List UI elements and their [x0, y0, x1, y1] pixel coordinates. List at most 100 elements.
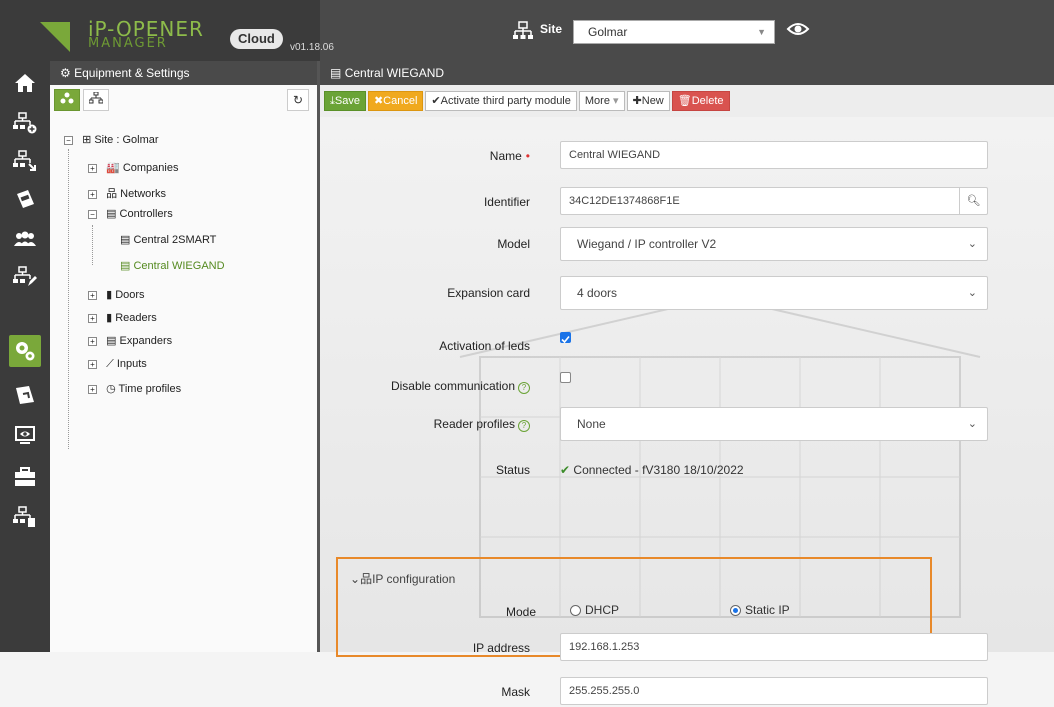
network-view-button[interactable] — [83, 89, 110, 111]
more-dropdown[interactable]: More ▾ — [578, 91, 625, 111]
tree-node-readers[interactable]: + ▮ Readers — [88, 311, 157, 324]
expand-icon[interactable]: + — [88, 313, 97, 323]
name-label: Name • — [489, 149, 530, 163]
chevron-down-icon: ⌄ — [967, 287, 977, 299]
tree-panel: ⚙ Equipment & Settings ↻ − ⊞ Site : Golm… — [50, 61, 320, 652]
settings-gears-icon[interactable] — [9, 335, 41, 367]
site-add-icon[interactable] — [9, 107, 41, 139]
delete-button[interactable]: 🗑Delete — [671, 91, 730, 111]
tree-node-companies[interactable]: + 🏭 Companies — [88, 161, 178, 174]
status-row: Status ✔ Connected - fV3180 18/10/2022 — [320, 455, 1054, 485]
controller-icon: ▤ — [120, 234, 131, 246]
door-icon: ▮ — [106, 289, 113, 301]
mode-row: Mode DHCP Static IP — [320, 597, 1054, 627]
mask-field[interactable]: 255.255.255.0 — [560, 677, 988, 705]
controller-icon: ▤ — [330, 66, 342, 80]
site-edit-icon[interactable] — [9, 261, 41, 293]
identifier-row: Identifier 34C12DE1374868F1E 🔍︎ — [320, 187, 1054, 217]
tree-node-inputs[interactable]: + ⟋ Inputs — [88, 358, 147, 371]
tree-view-button[interactable] — [54, 89, 80, 111]
cancel-button[interactable]: ✖Cancel — [367, 91, 424, 111]
expand-icon[interactable]: + — [88, 189, 97, 199]
tree-node-time-profiles[interactable]: + ◷ Time profiles — [88, 382, 181, 395]
ip-configuration-header[interactable]: ⌄品IP configuration — [350, 570, 455, 587]
dhcp-radio[interactable] — [570, 605, 581, 617]
tree-node-central-wiegand[interactable]: ▤ Central WIEGAND — [120, 259, 225, 272]
help-icon[interactable]: ? — [518, 420, 530, 432]
help-icon[interactable]: ? — [518, 382, 530, 394]
expansion-label: Expansion card — [447, 286, 530, 300]
chevron-down-icon: ⌄ — [967, 238, 977, 250]
site-import-icon[interactable] — [9, 145, 41, 177]
card-icon[interactable] — [9, 183, 41, 215]
check-icon: ✔ — [431, 95, 441, 107]
save-button[interactable]: ⤓Save — [324, 91, 366, 111]
identifier-field[interactable]: 34C12DE1374868F1E 🔍︎ — [560, 187, 988, 215]
status-label: Status — [495, 463, 530, 477]
eye-icon[interactable] — [786, 20, 810, 38]
network-icon: 品 — [360, 572, 373, 586]
main-panel: ▤ Central WIEGAND ⤓Save ✖Cancel ✔Activate … — [320, 61, 1054, 705]
collapse-icon[interactable]: − — [88, 209, 97, 219]
new-button[interactable]: ✚New — [626, 91, 670, 111]
tree-node-doors[interactable]: + ▮ Doors — [88, 288, 145, 301]
briefcase-icon[interactable] — [9, 461, 41, 493]
site-select[interactable]: Golmar ▼ — [573, 20, 775, 44]
disable-comm-checkbox[interactable] — [560, 372, 571, 383]
brand-triangle-icon — [40, 22, 70, 52]
search-icon[interactable]: 🔍︎ — [959, 188, 987, 214]
expand-icon[interactable]: + — [88, 290, 97, 300]
icon-sidebar — [0, 61, 50, 652]
site-label: Site — [540, 22, 563, 36]
site-node-icon: ⊞ — [82, 134, 92, 146]
disable-comm-row: Disable communication? — [320, 367, 1054, 397]
reader-profiles-select[interactable]: None ⌄ — [560, 407, 988, 441]
name-field[interactable]: Central WIEGAND — [560, 141, 988, 169]
network-icon — [88, 91, 104, 104]
mode-dhcp-option[interactable]: DHCP — [570, 603, 619, 617]
monitor-icon[interactable] — [9, 419, 41, 451]
tree-panel-title: Equipment & Settings — [74, 66, 190, 80]
static-ip-radio[interactable] — [730, 605, 741, 617]
controller-form: Name • Central WIEGAND Identifier 34C12DE… — [320, 117, 1054, 705]
tree-node-central-2smart[interactable]: ▤ Central 2SMART — [120, 233, 216, 246]
close-icon: ✖ — [373, 95, 384, 107]
ip-address-field[interactable]: 192.168.1.253 — [560, 633, 988, 661]
identifier-label: Identifier — [483, 195, 530, 209]
cloud-badge: Cloud — [230, 29, 283, 49]
tree-node-networks[interactable]: + 品 Networks — [88, 185, 166, 201]
site-delete-icon[interactable] — [9, 501, 41, 533]
leds-row: Activation of leds — [320, 327, 1054, 357]
reader-icon: ▮ — [106, 312, 113, 324]
expand-icon[interactable]: + — [88, 359, 97, 369]
main-title: Central WIEGAND — [344, 66, 445, 80]
activate-module-button[interactable]: ✔Activate third party module — [425, 91, 577, 111]
mode-label: Mode — [505, 605, 536, 619]
mode-static-option[interactable]: Static IP — [730, 603, 790, 617]
factory-icon: 🏭 — [106, 162, 120, 174]
badge-icon[interactable] — [9, 379, 41, 411]
tree-node-site[interactable]: − ⊞ Site : Golmar — [64, 133, 159, 146]
tree-panel-header: ⚙ Equipment & Settings — [50, 61, 317, 85]
expand-icon[interactable]: + — [88, 163, 97, 173]
expansion-select[interactable]: 4 doors ⌄ — [560, 276, 988, 310]
tree-node-controllers[interactable]: − ▤ Controllers — [88, 207, 173, 220]
site-icon — [513, 21, 533, 39]
expand-icon[interactable]: + — [88, 384, 97, 394]
mask-row: Mask 255.255.255.0 — [320, 677, 1054, 707]
ip-address-label: IP address — [472, 641, 530, 655]
leds-checkbox[interactable] — [560, 332, 571, 344]
expand-icon[interactable]: + — [88, 336, 97, 346]
ip-address-row: IP address 192.168.1.253 — [320, 633, 1054, 663]
hierarchy-icon — [60, 92, 74, 104]
controller-icon: ▤ — [106, 208, 117, 220]
collapse-icon[interactable]: − — [64, 135, 73, 145]
tree-toolbar: ↻ — [50, 85, 317, 115]
refresh-button[interactable]: ↻ — [286, 89, 309, 111]
users-icon[interactable] — [9, 223, 41, 255]
chevron-down-icon: ⌄ — [350, 572, 361, 586]
tree-node-expanders[interactable]: + ▤ Expanders — [88, 334, 172, 347]
chevron-down-icon: ▾ — [613, 95, 619, 107]
home-icon[interactable] — [9, 67, 41, 99]
model-select[interactable]: Wiegand / IP controller V2 ⌄ — [560, 227, 988, 261]
